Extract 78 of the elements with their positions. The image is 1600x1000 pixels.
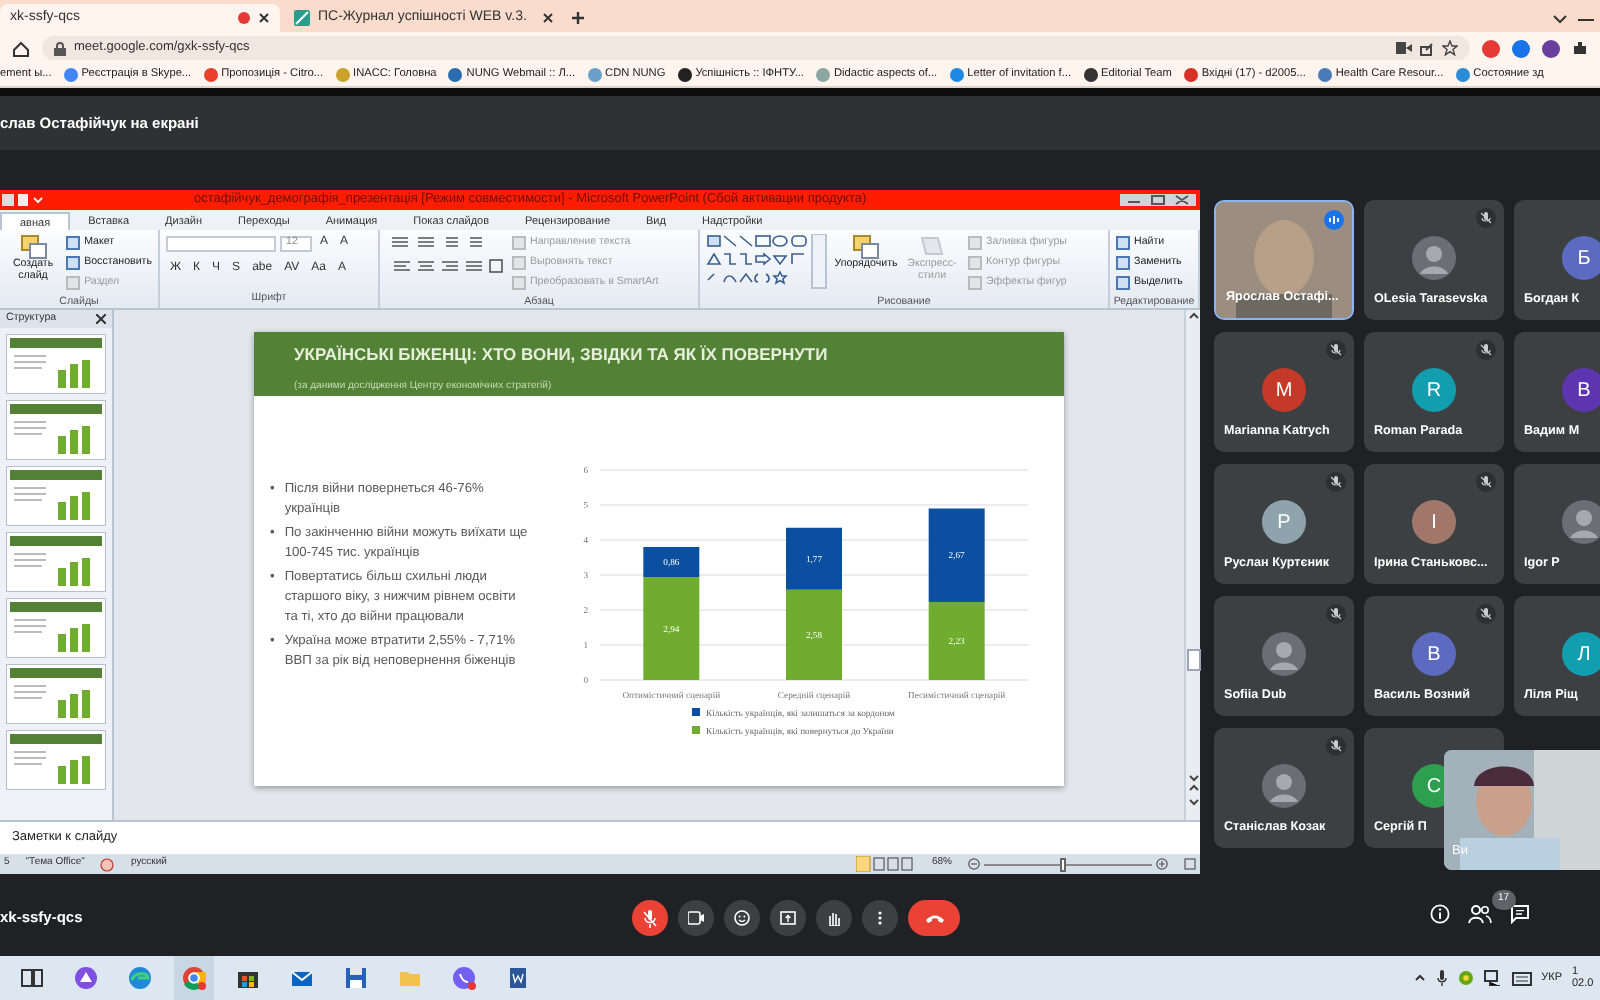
- raise-hand-button[interactable]: [816, 900, 852, 936]
- slide-title: УКРАЇНСЬКІ БІЖЕНЦІ: ХТО ВОНИ, ЗВІДКИ ТА ЯК ЇХ ПОВЕРНУТИ: [294, 342, 830, 368]
- recording-icon: [238, 12, 250, 24]
- slide-thumbnail[interactable]: [6, 598, 106, 658]
- floppy-icon[interactable]: [344, 966, 368, 990]
- microphone-button[interactable]: [632, 900, 668, 936]
- spellcheck-icon: [100, 857, 115, 871]
- slider-thumb[interactable]: [1059, 857, 1066, 871]
- chrome-icon[interactable]: [182, 966, 206, 990]
- camera-icon[interactable]: [1396, 42, 1412, 54]
- avatar-initial: Б: [1562, 236, 1600, 280]
- avatar-initial: R: [1412, 368, 1456, 412]
- present-button[interactable]: [770, 900, 806, 936]
- avatar-initial: M: [1262, 368, 1306, 412]
- reactions-button[interactable]: [724, 900, 760, 936]
- muted-mic-icon: [642, 909, 658, 927]
- people-icon[interactable]: [1468, 904, 1492, 924]
- keyboard-icon[interactable]: [1511, 971, 1532, 985]
- quick-access-icon: [0, 192, 44, 208]
- avatar-photo-placeholder: [1412, 236, 1456, 280]
- window-controls-icon[interactable]: [1120, 192, 1200, 208]
- task-view-icon[interactable]: [20, 966, 44, 990]
- adblock-icon[interactable]: [1482, 39, 1500, 57]
- slide-thumbnail[interactable]: [6, 664, 106, 724]
- fit-icon[interactable]: [1184, 858, 1196, 870]
- lock-icon: [54, 41, 66, 55]
- info-icon[interactable]: [1430, 904, 1450, 924]
- chart-bar: [928, 601, 985, 680]
- more-options-button[interactable]: [862, 900, 898, 936]
- star-icon[interactable]: [1442, 40, 1458, 56]
- zoom-in-icon[interactable]: [1156, 858, 1168, 870]
- avatar-initial: Р: [1262, 500, 1306, 544]
- camera-icon: [688, 910, 704, 926]
- extension-badge-icon[interactable]: [1542, 39, 1560, 57]
- document-icon[interactable]: [506, 966, 530, 990]
- slide-thumbnail[interactable]: [6, 532, 106, 592]
- messenger-icon[interactable]: [452, 966, 476, 990]
- slide-thumbnail[interactable]: [6, 334, 106, 394]
- view-buttons-icon[interactable]: [855, 856, 916, 872]
- page-icon: [294, 10, 310, 26]
- slide-thumbnail[interactable]: [6, 466, 106, 526]
- caret-icon[interactable]: [1413, 972, 1426, 984]
- shapes-gallery-icon[interactable]: [706, 234, 830, 290]
- end-call-button[interactable]: [908, 900, 960, 936]
- network-icon[interactable]: [1483, 970, 1502, 986]
- share-icon[interactable]: [1420, 41, 1434, 55]
- font-name-field[interactable]: [166, 235, 276, 251]
- zoom-out-icon[interactable]: [968, 858, 980, 870]
- browser-icon[interactable]: [128, 966, 152, 990]
- close-icon[interactable]: [96, 314, 106, 324]
- avatar-initial: І: [1412, 500, 1456, 544]
- store-icon[interactable]: [236, 966, 260, 990]
- avatar-initial: В: [1412, 632, 1456, 676]
- avatar-photo-placeholder: [1562, 500, 1600, 544]
- close-icon[interactable]: [542, 12, 554, 24]
- present-icon: [780, 910, 796, 926]
- assistant-icon[interactable]: [74, 966, 98, 990]
- legend-swatch: [692, 708, 700, 716]
- home-icon[interactable]: [12, 39, 30, 57]
- camera-button[interactable]: [678, 900, 714, 936]
- mail-icon[interactable]: [290, 966, 314, 990]
- avatar-photo-placeholder: [1262, 764, 1306, 808]
- slide-thumbnail[interactable]: [6, 400, 106, 460]
- microphone-icon[interactable]: [1435, 970, 1448, 986]
- translate-icon[interactable]: [1512, 39, 1530, 57]
- hand-icon: [826, 910, 842, 926]
- legend-swatch: [692, 726, 700, 734]
- slide-thumbnail[interactable]: [6, 730, 106, 790]
- zoom-slider[interactable]: [968, 858, 1168, 870]
- chart-bar: [928, 508, 985, 602]
- chat-icon[interactable]: [1510, 904, 1530, 924]
- avatar-initial: В: [1562, 368, 1600, 412]
- phone-icon: [923, 912, 945, 924]
- close-icon[interactable]: [258, 12, 270, 24]
- smiley-icon: [734, 910, 750, 926]
- puzzle-icon[interactable]: [1572, 40, 1588, 56]
- avatar-photo-placeholder: [1262, 632, 1306, 676]
- avatar-initial: Л: [1562, 632, 1600, 676]
